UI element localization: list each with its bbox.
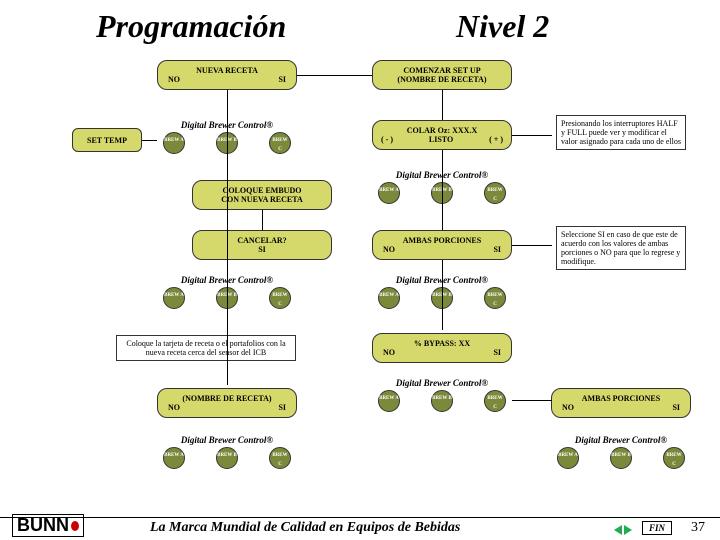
brew-b-button[interactable]: BREW B [610,447,632,469]
brew-c-button[interactable]: BREW C [269,287,291,309]
title-left: Programación [96,8,286,45]
box-bypass: % BYPASS: XX NO SI [372,333,512,363]
l1: COMENZAR SET UP [375,66,509,75]
box-nombre-receta: (NOMBRE DE RECETA) NO SI [157,388,297,418]
dbc-label: Digital Brewer Control® [157,435,297,445]
brew-a-button[interactable]: BREW A [378,182,400,204]
note-half-full: Presionando los interruptores HALF y FUL… [556,115,686,150]
brew-a-button[interactable]: BREW A [163,447,185,469]
l2: CON NUEVA RECETA [195,195,329,204]
brew-c-button[interactable]: BREW C [484,287,506,309]
listo[interactable]: LISTO [429,135,453,144]
dbc-7: Digital Brewer Control® BREW A BREW B BR… [551,435,691,469]
flow-line [297,75,372,76]
brew-a-button[interactable]: BREW A [557,447,579,469]
opt-no[interactable]: NO [562,403,574,412]
note-tarjeta: Coloque la tarjeta de receta o el portaf… [116,335,296,361]
footer-divider [0,517,720,518]
dbc-6: Digital Brewer Control® BREW A BREW B BR… [157,435,297,469]
footer-tagline: La Marca Mundial de Calidad en Equipos d… [150,520,460,536]
brew-a-button[interactable]: BREW A [378,390,400,412]
title-right: Nivel 2 [456,8,549,45]
opt-no[interactable]: NO [168,75,180,84]
box-set-temp[interactable]: SET TEMP [72,128,142,152]
lbl: (NOMBRE DE RECETA) [160,394,294,403]
dbc-5: Digital Brewer Control® BREW A BREW B BR… [372,378,512,412]
box-ambas-2: AMBAS PORCIONES NO SI [551,388,691,418]
prev-icon[interactable] [614,525,622,535]
flow-line [142,140,157,141]
dbc-label: Digital Brewer Control® [372,378,512,388]
brew-c-button[interactable]: BREW C [484,182,506,204]
page-number: 37 [691,520,705,536]
brew-b-button[interactable]: BREW B [216,447,238,469]
flow-line [227,90,228,385]
note-ambas: Seleccione SI en caso de que este de acu… [556,226,686,270]
opt-si[interactable]: SI [278,403,286,412]
dbc-label: Digital Brewer Control® [551,435,691,445]
flow-line [512,245,552,246]
l1: COLOQUE EMBUDO [195,186,329,195]
brew-c-button[interactable]: BREW C [269,132,291,154]
flow-line [442,150,443,230]
lbl: AMBAS PORCIONES [554,394,688,403]
brew-c-button[interactable]: BREW C [269,447,291,469]
box-colar: COLAR Oz: XXX.X ( - ) LISTO ( + ) [372,120,512,150]
opt-si[interactable]: SI [195,245,329,254]
opt-no[interactable]: NO [383,348,395,357]
flow-line [442,90,443,120]
l2: (NOMBRE DE RECETA) [375,75,509,84]
flow-line [512,400,552,401]
lbl: % BYPASS: XX [375,339,509,348]
flow-line [512,135,552,136]
box-nueva-receta: NUEVA RECETA NO SI [157,60,297,90]
flow-line [262,210,263,230]
lbl: COLAR Oz: XXX.X [375,126,509,135]
box-comenzar: COMENZAR SET UP (NOMBRE DE RECETA) [372,60,512,90]
opt-si[interactable]: SI [672,403,680,412]
opt-no[interactable]: NO [383,245,395,254]
box-cancelar: CANCELAR? SI [192,230,332,260]
nav-arrows[interactable] [614,525,632,535]
brew-c-button[interactable]: BREW C [484,390,506,412]
opt-no[interactable]: NO [168,403,180,412]
box-coloque: COLOQUE EMBUDO CON NUEVA RECETA [192,180,332,210]
opt-si[interactable]: SI [493,245,501,254]
brew-a-button[interactable]: BREW A [163,287,185,309]
lbl: CANCELAR? [195,236,329,245]
plus[interactable]: ( + ) [489,135,503,144]
lbl: NUEVA RECETA [160,66,294,75]
fin-button[interactable]: FIN [642,521,672,535]
box-ambas-1: AMBAS PORCIONES NO SI [372,230,512,260]
brew-c-button[interactable]: BREW C [663,447,685,469]
brew-b-button[interactable]: BREW B [431,390,453,412]
lbl: SET TEMP [87,136,127,145]
lbl: AMBAS PORCIONES [375,236,509,245]
opt-si[interactable]: SI [278,75,286,84]
flow-line [442,260,443,330]
minus[interactable]: ( - ) [381,135,393,144]
brand-logo: BUNN [12,514,84,537]
next-icon[interactable] [624,525,632,535]
brew-a-button[interactable]: BREW A [163,132,185,154]
opt-si[interactable]: SI [493,348,501,357]
brew-a-button[interactable]: BREW A [378,287,400,309]
